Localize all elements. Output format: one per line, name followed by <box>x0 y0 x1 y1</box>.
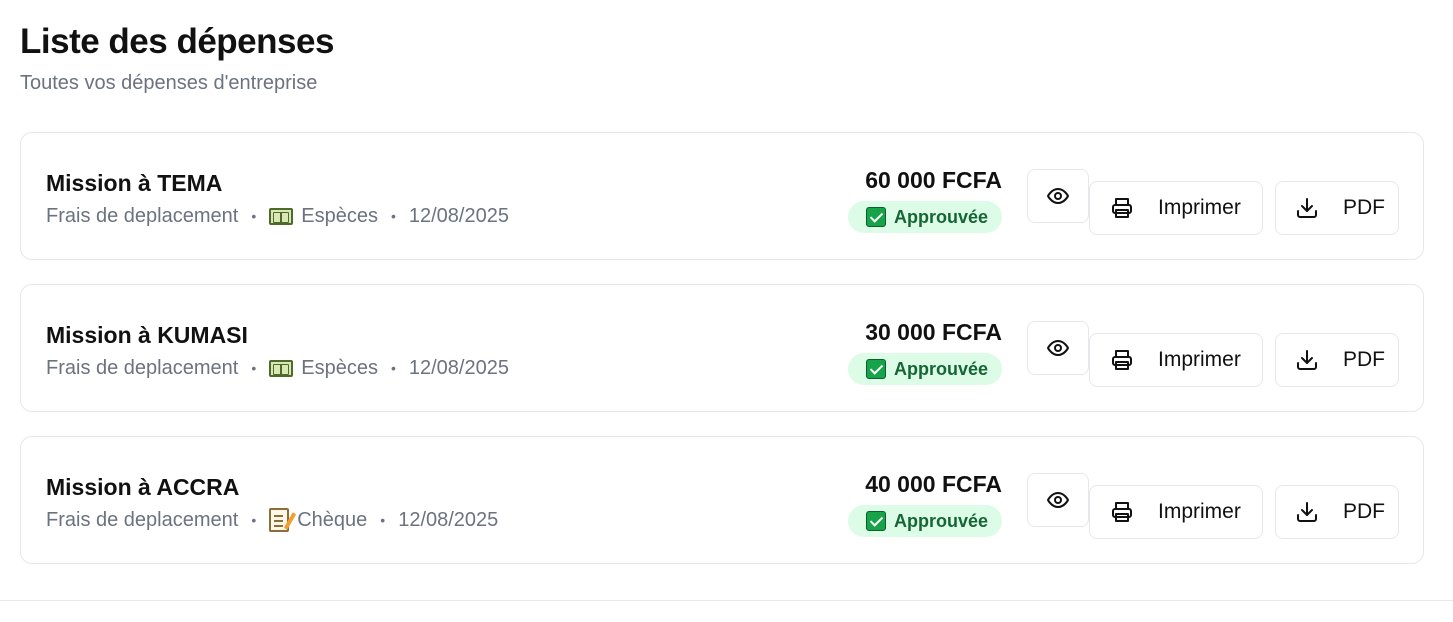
status-label: Approuvée <box>893 510 988 531</box>
print-label: Imprimer <box>1158 196 1241 219</box>
expense-amount: 60 000 FCFA <box>865 167 1002 193</box>
payment-method: Espèces <box>301 205 378 227</box>
download-icon <box>1295 348 1319 372</box>
print-label: Imprimer <box>1158 348 1241 371</box>
printer-icon <box>1110 348 1134 372</box>
eye-icon <box>1046 336 1070 360</box>
cash-icon <box>269 207 294 225</box>
pdf-download-button[interactable]: PDF <box>1275 181 1399 235</box>
pdf-label: PDF <box>1343 196 1385 219</box>
expense-title: Mission à KUMASI <box>46 322 248 348</box>
eye-icon <box>1046 488 1070 512</box>
status-label: Approuvée <box>893 206 988 227</box>
memo-icon <box>269 508 290 532</box>
expense-category: Frais de deplacement <box>46 357 239 379</box>
meta-separator: • <box>251 208 257 224</box>
meta-separator: • <box>380 512 386 528</box>
status-label: Approuvée <box>893 358 988 379</box>
meta-separator: • <box>251 512 257 528</box>
expenses-page: Liste des dépenses Toutes vos dépenses d… <box>0 0 1453 622</box>
expense-card: Mission à ACCRA Frais de deplacement • C… <box>20 436 1424 564</box>
download-icon <box>1295 196 1319 220</box>
status-badge: Approuvée <box>847 505 1002 537</box>
expense-amount: 30 000 FCFA <box>865 319 1002 345</box>
payment-method: Espèces <box>301 357 378 379</box>
meta-separator: • <box>390 360 396 376</box>
expense-card: Mission à KUMASI Frais de deplacement • … <box>20 284 1424 412</box>
check-icon <box>865 359 886 379</box>
expense-title: Mission à ACCRA <box>46 474 240 500</box>
expense-date: 12/08/2025 <box>408 205 509 227</box>
pdf-download-button[interactable]: PDF <box>1275 333 1399 387</box>
print-button[interactable]: Imprimer <box>1089 181 1263 235</box>
status-badge: Approuvée <box>847 353 1002 385</box>
expense-date: 12/08/2025 <box>398 509 499 531</box>
eye-icon <box>1046 184 1070 208</box>
download-icon <box>1295 500 1319 524</box>
expense-title: Mission à TEMA <box>46 170 223 196</box>
divider <box>0 600 1453 601</box>
print-button[interactable]: Imprimer <box>1089 333 1263 387</box>
expense-meta: Frais de deplacement • Chèque • 12/08/20… <box>46 505 498 535</box>
pdf-label: PDF <box>1343 348 1385 371</box>
meta-separator: • <box>251 360 257 376</box>
view-button[interactable] <box>1027 321 1089 375</box>
cash-icon <box>269 359 294 377</box>
view-button[interactable] <box>1027 169 1089 223</box>
expense-category: Frais de deplacement <box>46 509 239 531</box>
pdf-download-button[interactable]: PDF <box>1275 485 1399 539</box>
expense-date: 12/08/2025 <box>408 357 509 379</box>
check-icon <box>865 511 886 531</box>
pdf-label: PDF <box>1343 500 1385 523</box>
expense-card: Mission à TEMA Frais de deplacement • Es… <box>20 132 1424 260</box>
print-label: Imprimer <box>1158 500 1241 523</box>
check-icon <box>865 207 886 227</box>
status-badge: Approuvée <box>847 201 1002 233</box>
view-button[interactable] <box>1027 473 1089 527</box>
printer-icon <box>1110 196 1134 220</box>
payment-method: Chèque <box>297 509 368 531</box>
page-subtitle: Toutes vos dépenses d'entreprise <box>20 72 318 94</box>
printer-icon <box>1110 500 1134 524</box>
print-button[interactable]: Imprimer <box>1089 485 1263 539</box>
expense-meta: Frais de deplacement • Espèces • 12/08/2… <box>46 353 509 383</box>
expense-list: Mission à TEMA Frais de deplacement • Es… <box>20 132 1424 588</box>
page-title: Liste des dépenses <box>20 22 334 61</box>
expense-amount: 40 000 FCFA <box>865 471 1002 497</box>
meta-separator: • <box>390 208 396 224</box>
expense-meta: Frais de deplacement • Espèces • 12/08/2… <box>46 201 509 231</box>
expense-category: Frais de deplacement <box>46 205 239 227</box>
